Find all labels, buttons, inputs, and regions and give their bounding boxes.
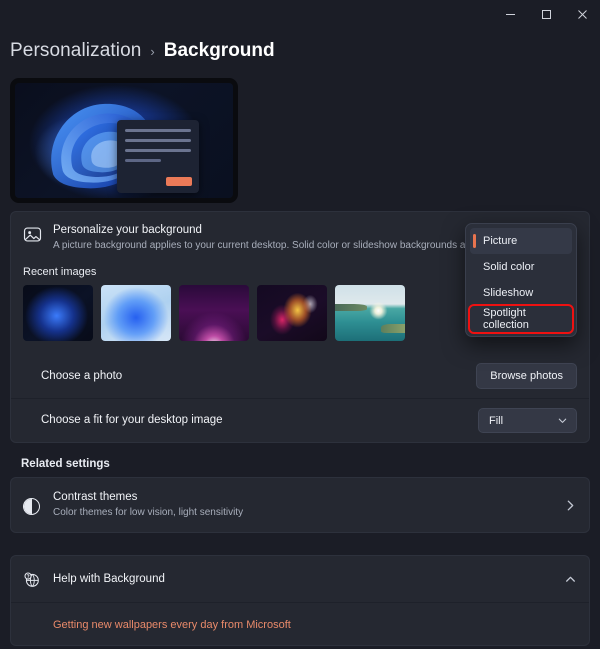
recent-image-bloom-light-blue[interactable] bbox=[101, 285, 171, 341]
mock-text-line bbox=[125, 149, 191, 152]
maximize-icon bbox=[541, 9, 551, 19]
minimize-button[interactable] bbox=[492, 0, 528, 28]
help-link-new-wallpapers[interactable]: Getting new wallpapers every day from Mi… bbox=[53, 619, 291, 631]
browse-photos-button[interactable]: Browse photos bbox=[476, 363, 577, 389]
picture-icon bbox=[23, 223, 53, 244]
recent-image-purple-glow-arc[interactable] bbox=[179, 285, 249, 341]
help-globe-icon bbox=[23, 569, 53, 589]
preview-mock-dialog bbox=[117, 120, 199, 193]
breadcrumb: Personalization › Background bbox=[0, 28, 600, 70]
personalize-background-row: Personalize your background A picture ba… bbox=[11, 212, 589, 337]
breadcrumb-separator-icon: › bbox=[150, 44, 155, 59]
background-type-dropdown-panel[interactable]: Picture Solid color Slideshow Spotlight … bbox=[465, 223, 577, 337]
dropdown-option-label: Slideshow bbox=[483, 287, 534, 299]
title-bar bbox=[0, 0, 600, 28]
mock-text-line bbox=[125, 159, 162, 162]
desktop-image-fit-dropdown[interactable]: Fill bbox=[478, 408, 577, 433]
choose-fit-row: Choose a fit for your desktop image Fill bbox=[11, 398, 589, 442]
mock-text-line bbox=[125, 139, 191, 142]
contrast-themes-title: Contrast themes bbox=[53, 491, 138, 503]
chevron-right-icon bbox=[564, 499, 577, 512]
dropdown-option-picture[interactable]: Picture bbox=[470, 228, 572, 254]
dropdown-option-label: Spotlight collection bbox=[483, 307, 529, 331]
close-icon bbox=[577, 9, 587, 19]
background-settings-card: Personalize your background A picture ba… bbox=[10, 211, 590, 443]
mock-accent-button bbox=[166, 177, 192, 186]
recent-image-teal-seascape-sunrise[interactable] bbox=[335, 285, 405, 341]
help-with-background-card: Help with Background Getting new wallpap… bbox=[10, 555, 590, 646]
minimize-icon bbox=[505, 13, 515, 15]
settings-content: Personalize your background A picture ba… bbox=[0, 203, 600, 646]
dropdown-option-label: Picture bbox=[483, 235, 518, 247]
help-with-background-title: Help with Background bbox=[53, 573, 165, 585]
recent-image-abstract-flower-warm[interactable] bbox=[257, 285, 327, 341]
close-button[interactable] bbox=[564, 0, 600, 28]
choose-photo-row: Choose a photo Browse photos bbox=[11, 354, 589, 398]
chevron-down-icon bbox=[557, 415, 568, 426]
dropdown-option-spotlight-collection[interactable]: Spotlight collection bbox=[468, 304, 574, 334]
dropdown-option-label: Solid color bbox=[483, 261, 535, 273]
breadcrumb-parent-link[interactable]: Personalization bbox=[10, 40, 141, 62]
help-with-background-body: Getting new wallpapers every day from Mi… bbox=[11, 602, 589, 645]
recent-image-bloom-dark-blue[interactable] bbox=[23, 285, 93, 341]
desktop-background-preview bbox=[10, 78, 238, 203]
chevron-up-icon[interactable] bbox=[564, 573, 577, 586]
help-with-background-header[interactable]: Help with Background bbox=[11, 556, 589, 602]
contrast-themes-card[interactable]: Contrast themes Color themes for low vis… bbox=[10, 477, 590, 533]
contrast-themes-subtitle: Color themes for low vision, light sensi… bbox=[53, 507, 244, 518]
desktop-image-fit-value: Fill bbox=[489, 414, 504, 427]
related-settings-label: Related settings bbox=[21, 458, 110, 470]
mock-text-line bbox=[125, 129, 191, 132]
dropdown-option-slideshow[interactable]: Slideshow bbox=[470, 280, 572, 306]
contrast-circle-icon bbox=[23, 496, 53, 515]
choose-fit-label: Choose a fit for your desktop image bbox=[41, 414, 223, 426]
contrast-themes-row[interactable]: Contrast themes Color themes for low vis… bbox=[11, 478, 589, 532]
choose-photo-label: Choose a photo bbox=[41, 369, 123, 382]
maximize-button[interactable] bbox=[528, 0, 564, 28]
page-title: Background bbox=[163, 40, 275, 61]
preview-area bbox=[0, 70, 600, 203]
dropdown-option-solid-color[interactable]: Solid color bbox=[470, 254, 572, 280]
